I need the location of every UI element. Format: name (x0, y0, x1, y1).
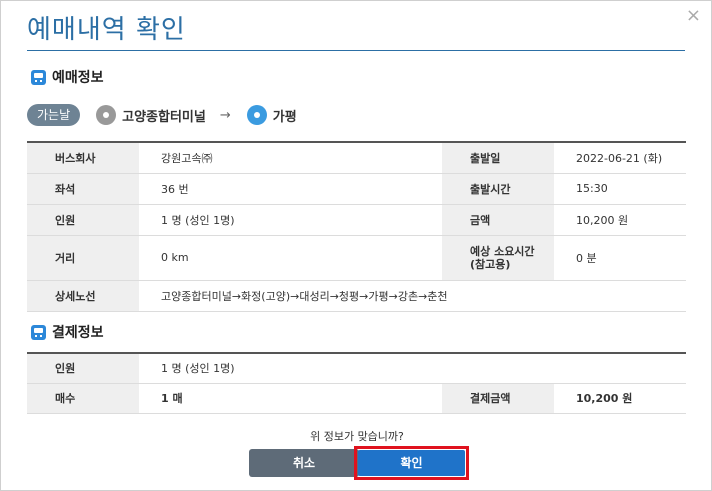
cell-value: 36 번 (139, 173, 442, 205)
destination-pin-icon (246, 105, 267, 125)
title-divider (27, 50, 685, 51)
cancel-button[interactable]: 취소 (249, 449, 359, 477)
destination-terminal: 가평 (272, 109, 297, 125)
cell-value: 2022-06-21 (화) (554, 142, 686, 174)
table-row: 매수 1 매 결제금액 10,200 원 (27, 383, 686, 414)
route-detail-value: 고양종합터미널→화정(고양)→대성리→청평→가평→강촌→춘천 (139, 280, 686, 312)
table-row: 거리 0 km 예상 소요시간 (참고용) 0 분 (27, 235, 686, 281)
cell-label: 인원 (27, 204, 139, 236)
cell-label: 매수 (27, 383, 139, 414)
bus-icon (31, 324, 46, 340)
dialog-title: 예매내역 확인 (27, 15, 186, 45)
payment-section-title: 결제정보 (52, 325, 104, 341)
cell-value: 1 명 (성인 1명) (139, 353, 686, 384)
cell-label: 거리 (27, 235, 139, 281)
reservation-info-table: 버스회사 강원고속㈜ 출발일 2022-06-21 (화) 좌석 36 번 출발… (27, 141, 686, 312)
cell-value: 0 km (139, 235, 442, 281)
cell-label: 출발시간 (442, 173, 554, 205)
origin-terminal: 고양종합터미널 (122, 109, 206, 125)
confirm-button[interactable]: 확인 (358, 450, 465, 476)
cell-value: 1 매 (139, 383, 442, 414)
close-icon[interactable]: × (686, 5, 701, 27)
cell-label: 금액 (442, 204, 554, 236)
route-arrow-icon: → (219, 107, 231, 123)
route-detail-label: 상세노선 (27, 280, 139, 312)
table-row: 인원 1 명 (성인 1명) (27, 353, 686, 384)
table-row: 버스회사 강원고속㈜ 출발일 2022-06-21 (화) (27, 142, 686, 174)
cell-label: 좌석 (27, 173, 139, 205)
origin-pin-icon (96, 105, 117, 125)
cell-label: 출발일 (442, 142, 554, 174)
direction-badge: 가는날 (27, 104, 81, 126)
payment-section-heading: 결제정보 (31, 322, 104, 342)
cell-value: 10,200 원 (554, 204, 686, 236)
payment-info-table: 인원 1 명 (성인 1명) 매수 1 매 결제금액 10,200 원 (27, 352, 686, 414)
reservation-confirm-dialog: 예매내역 확인 × 예매정보 가는날 고양종합터미널 → 가평 버스회사 강원고… (0, 0, 712, 491)
table-row: 인원 1 명 (성인 1명) 금액 10,200 원 (27, 204, 686, 236)
table-row: 상세노선 고양종합터미널→화정(고양)→대성리→청평→가평→강촌→춘천 (27, 280, 686, 312)
cell-value: 강원고속㈜ (139, 142, 442, 174)
bus-icon (31, 69, 46, 85)
cell-value: 1 명 (성인 1명) (139, 204, 442, 236)
reservation-section-heading: 예매정보 (31, 67, 104, 87)
cell-label: 결제금액 (442, 383, 554, 414)
cell-value: 0 분 (554, 235, 686, 281)
reservation-section-title: 예매정보 (52, 70, 104, 86)
table-row: 좌석 36 번 출발시간 15:30 (27, 173, 686, 205)
confirm-question: 위 정보가 맞습니까? (310, 430, 404, 443)
cell-value: 15:30 (554, 173, 686, 205)
cell-label: 인원 (27, 353, 139, 384)
cell-label: 예상 소요시간 (참고용) (442, 235, 554, 281)
cell-label: 버스회사 (27, 142, 139, 174)
payment-amount: 10,200 원 (554, 383, 686, 414)
route-summary: 가는날 고양종합터미널 → 가평 (27, 103, 297, 127)
